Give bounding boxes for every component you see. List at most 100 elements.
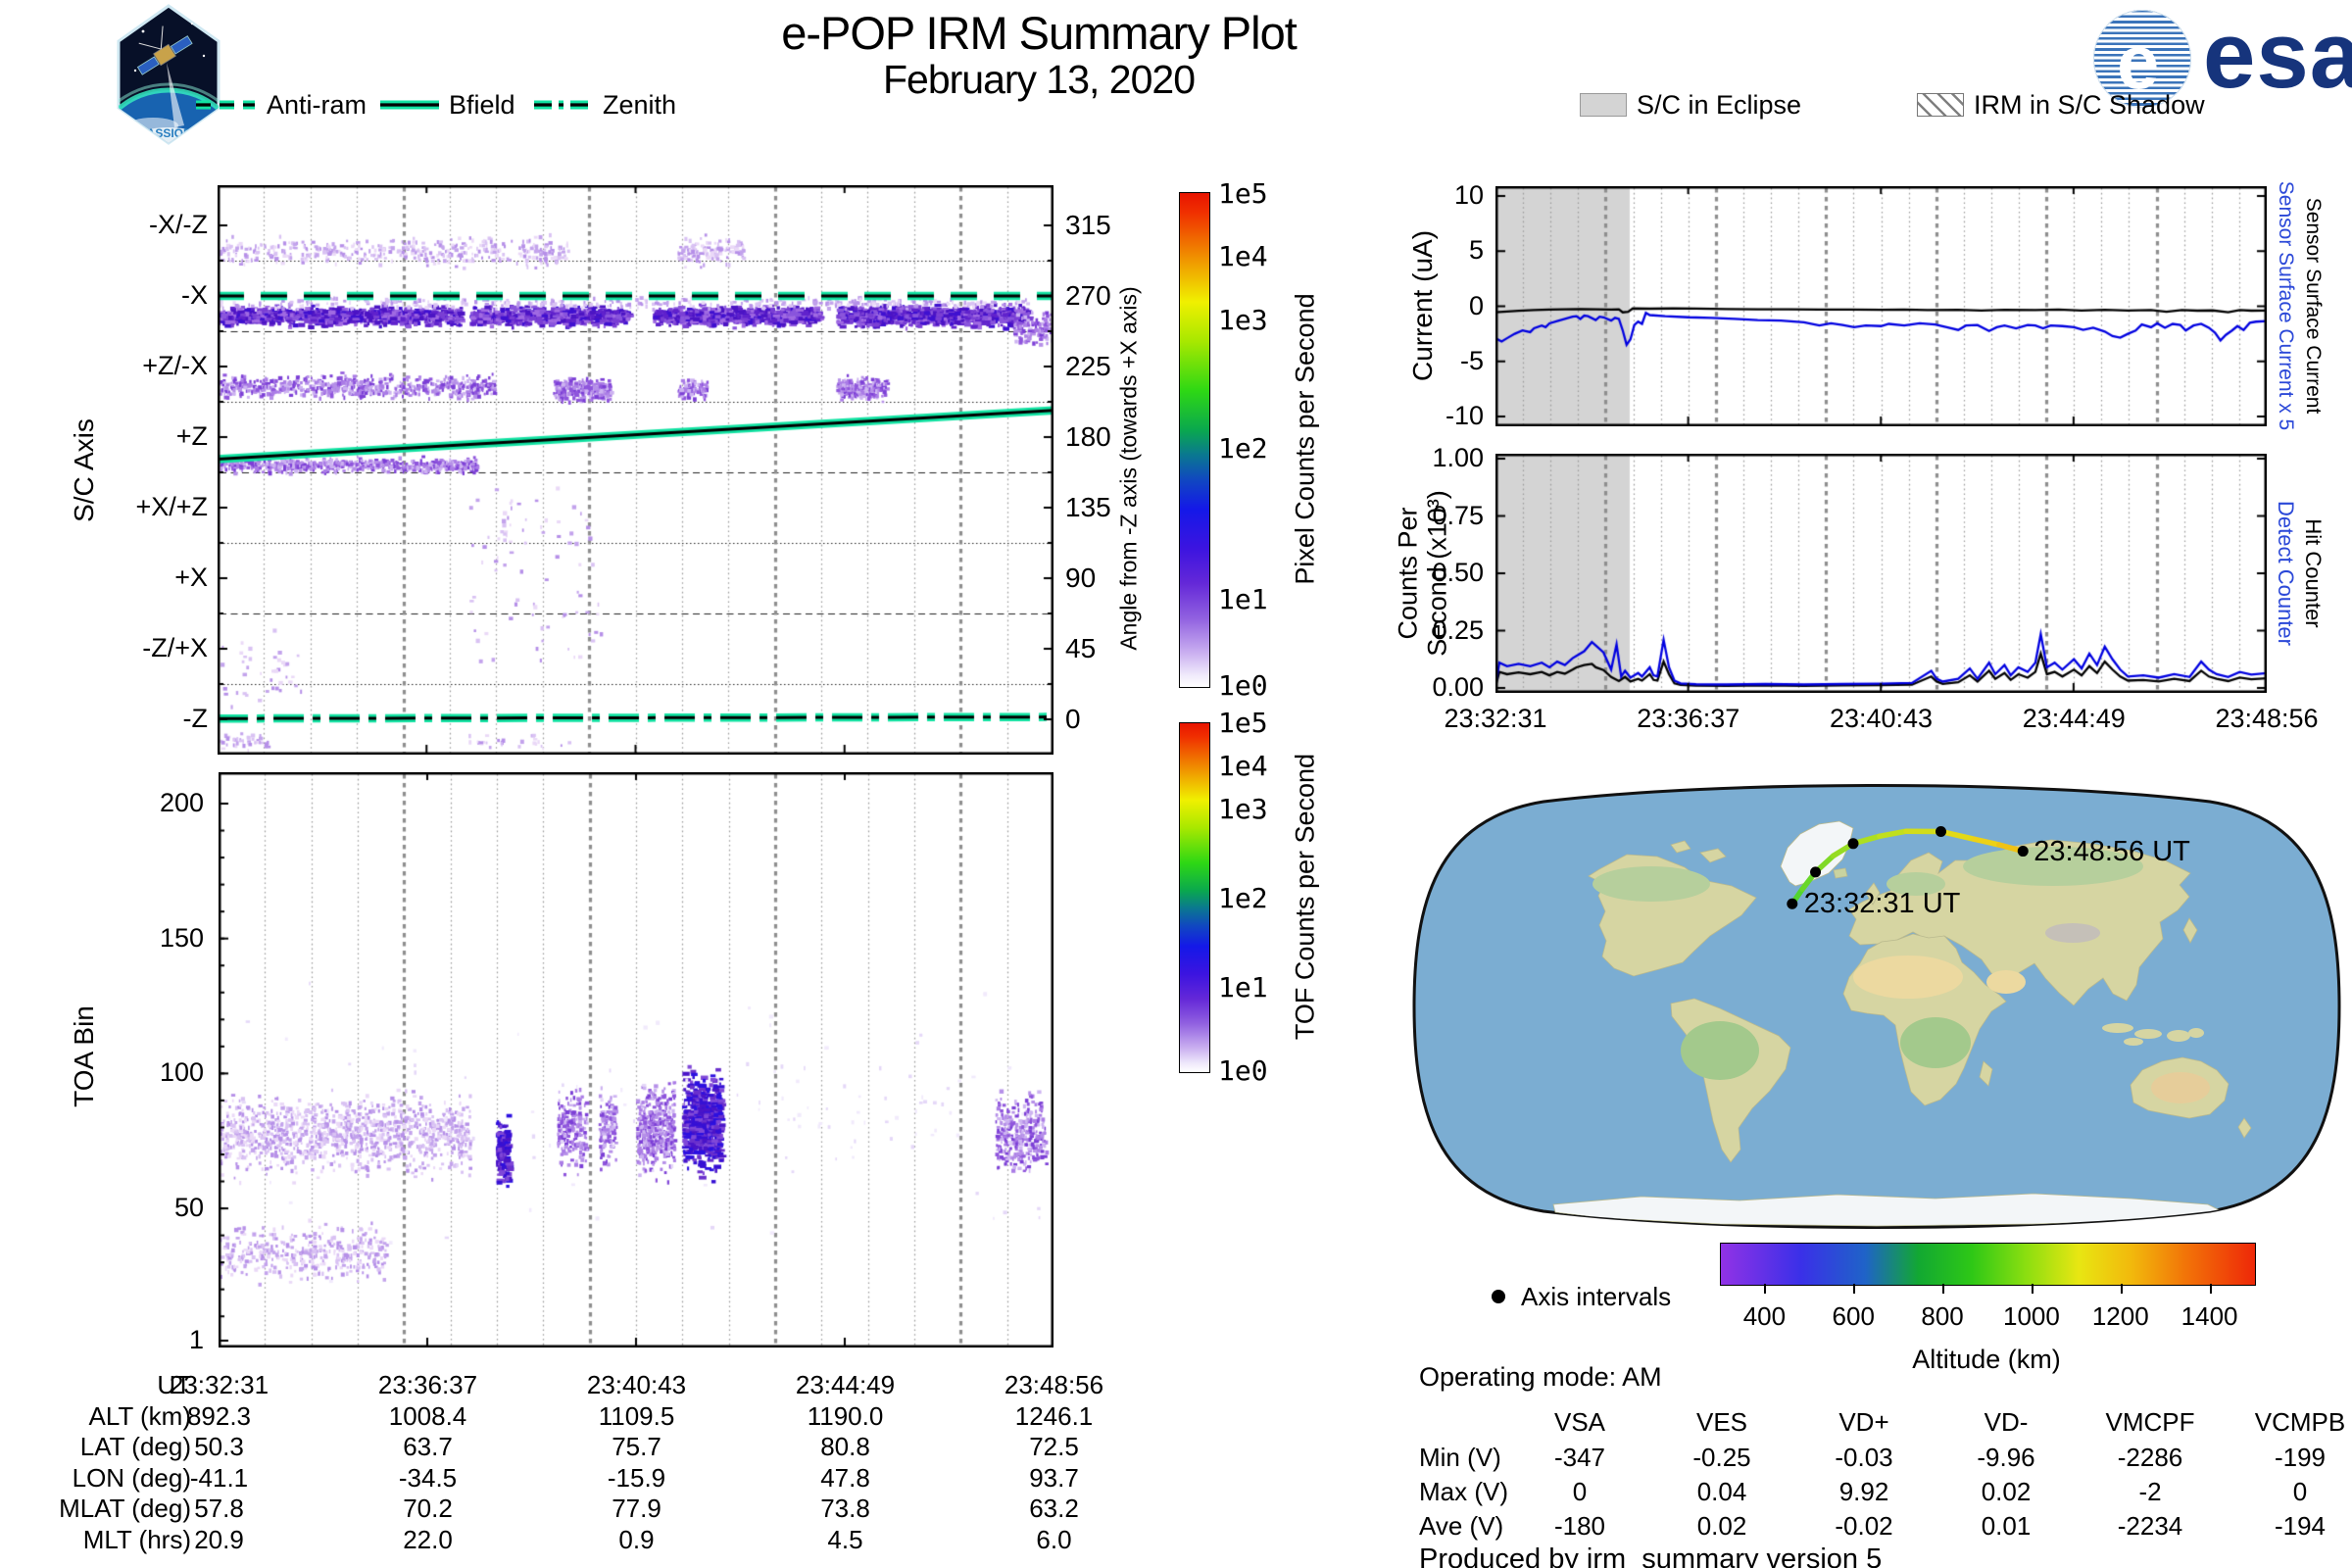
footer-cell: 57.8 (194, 1494, 244, 1523)
footer-cell: 4.5 (827, 1525, 863, 1554)
axis-intervals-label: Axis intervals (1521, 1282, 1672, 1311)
footer-cell: 1109.5 (598, 1401, 675, 1431)
counts-line-plot (1495, 454, 2267, 693)
altitude-tick-mark (2031, 1284, 2034, 1294)
tick-label: 5 (1468, 235, 1484, 266)
footer-cell: -15.9 (607, 1463, 666, 1493)
pixel-counts-colorbar (1179, 192, 1210, 688)
voltage-cell: -2286 (2117, 1443, 2183, 1472)
tick-label: 1e4 (1218, 239, 1268, 272)
tick-label: 1.00 (1432, 443, 1484, 472)
tick-label: 1000 (2002, 1301, 2060, 1331)
page-title: e-POP IRM Summary Plot (781, 7, 1298, 59)
operating-mode-label: Operating mode: AM (1419, 1362, 1662, 1392)
tick-label: -X (181, 280, 208, 310)
footer-cell: 63.7 (403, 1432, 453, 1461)
tick-label: 1e1 (1218, 970, 1268, 1004)
footer-cell: 6.0 (1036, 1525, 1072, 1554)
voltage-cell: -180 (1553, 1511, 1606, 1541)
legend-shadow-label: IRM in S/C Shadow (1974, 90, 2205, 120)
voltage-col-header: VCMPB (2254, 1407, 2346, 1437)
tick-label: 90 (1065, 563, 1097, 593)
footer-cell: 72.5 (1029, 1432, 1079, 1461)
tick-label: 23:40:43 (1829, 704, 1934, 733)
voltage-cell: -347 (1553, 1443, 1606, 1472)
tick-label: 1e2 (1218, 882, 1268, 915)
tick-label: 0.25 (1432, 614, 1484, 645)
page-date: February 13, 2020 (882, 57, 1196, 102)
voltage-cell: 0.04 (1696, 1477, 1747, 1506)
legend-eclipse-label: S/C in Eclipse (1637, 90, 1802, 120)
footer-cell: 75.7 (612, 1432, 662, 1461)
tick-label: +Z/-X (142, 351, 208, 380)
footer-cell: 77.9 (612, 1494, 662, 1523)
tick-label: 600 (1832, 1301, 1875, 1331)
tick-label: -5 (1459, 345, 1484, 375)
voltage-cell: 0 (2292, 1477, 2308, 1506)
tick-label: -Z/+X (142, 633, 208, 662)
altitude-tick-mark (2209, 1284, 2212, 1294)
tick-label: 1e3 (1218, 304, 1268, 337)
tick-label: 23:32:31 (1444, 704, 1547, 733)
voltage-col-header: VES (1695, 1407, 1748, 1437)
tick-label: 1e2 (1218, 432, 1268, 466)
tick-label: 200 (159, 787, 204, 817)
footer-cell: 20.9 (194, 1525, 244, 1554)
tick-label: 23:48:56 UT (2034, 835, 2190, 867)
tick-label: 50 (173, 1193, 204, 1223)
footer-cell: 73.8 (820, 1494, 870, 1523)
detect-counter-side-label: Detect Counter (2274, 501, 2298, 646)
voltage-cell: 0 (1572, 1477, 1588, 1506)
legend-anti-ram-label: Anti-ram (267, 90, 368, 120)
voltage-cell: -0.03 (1835, 1443, 1893, 1472)
tick-label: 315 (1065, 210, 1111, 240)
voltage-cell: -0.02 (1835, 1511, 1893, 1541)
footer-cell: 1246.1 (1014, 1401, 1094, 1431)
angle-axis-label: Angle from -Z axis (towards +X axis) (1115, 286, 1142, 651)
ground-track-world-map (1412, 784, 2341, 1229)
tof-counts-cbar-label: TOF Counts per Second (1290, 753, 1320, 1041)
tick-label: 1e4 (1218, 749, 1268, 782)
tick-label: 23:32:31 UT (1803, 888, 1961, 920)
tick-label: 150 (159, 922, 204, 953)
toa-bin-ylabel: TOA Bin (69, 1005, 99, 1107)
eclipse-swatch-icon (1580, 93, 1627, 117)
footer-cell: 23:48:56 (1004, 1370, 1104, 1399)
tick-label: 180 (1065, 421, 1111, 452)
altitude-tick-mark (1942, 1284, 1945, 1294)
voltage-col-header: VSA (1553, 1407, 1606, 1437)
summary-plot-page: e-POP IRM Summary Plot February 13, 2020 (0, 0, 2352, 1568)
tick-label: 0 (1065, 704, 1081, 734)
voltage-col-header: VD- (1984, 1407, 2029, 1437)
tick-label: 0 (1468, 290, 1484, 320)
pixel-counts-cbar-label: Pixel Counts per Second (1290, 293, 1320, 585)
voltage-col-header: VD+ (1838, 1407, 1889, 1437)
tick-label: 23:48:56 (2215, 704, 2319, 733)
tick-label: 1e0 (1218, 669, 1268, 702)
tick-label: +Z (175, 421, 208, 451)
footer-cell: 80.8 (820, 1432, 870, 1461)
tick-label: 270 (1065, 280, 1111, 311)
tick-label: -X/-Z (149, 210, 208, 239)
altitude-tick-mark (1764, 1284, 1767, 1294)
voltage-cell: -194 (2274, 1511, 2327, 1541)
footer-cell: 22.0 (403, 1525, 453, 1554)
produced-by-label: Produced by irm_summary version 5 (1419, 1544, 1883, 1568)
tick-label: 1e3 (1218, 793, 1268, 825)
tick-label: +X (174, 563, 208, 592)
footer-cell: 50.3 (194, 1432, 244, 1461)
footer-cell: 1190.0 (807, 1401, 884, 1431)
tick-label: 0.00 (1432, 672, 1484, 702)
hit-counter-side-label: Hit Counter (2301, 518, 2326, 628)
footer-cell: 0.9 (618, 1525, 655, 1554)
tick-label: 0.50 (1432, 558, 1484, 587)
tick-label: 135 (1065, 492, 1111, 522)
footer-cell: 23:40:43 (586, 1370, 687, 1399)
tick-label: 10 (1453, 180, 1484, 210)
tick-label: 100 (159, 1057, 204, 1088)
cassiope-mission-patch-icon: CASSIOPE (117, 4, 220, 145)
sensor-current-x5-side-label: Sensor Surface Current x 5 (2275, 180, 2297, 431)
tick-label: 23:44:49 (2022, 704, 2126, 733)
footer-cell: 47.8 (820, 1463, 870, 1493)
tick-label: 1 (188, 1325, 204, 1354)
